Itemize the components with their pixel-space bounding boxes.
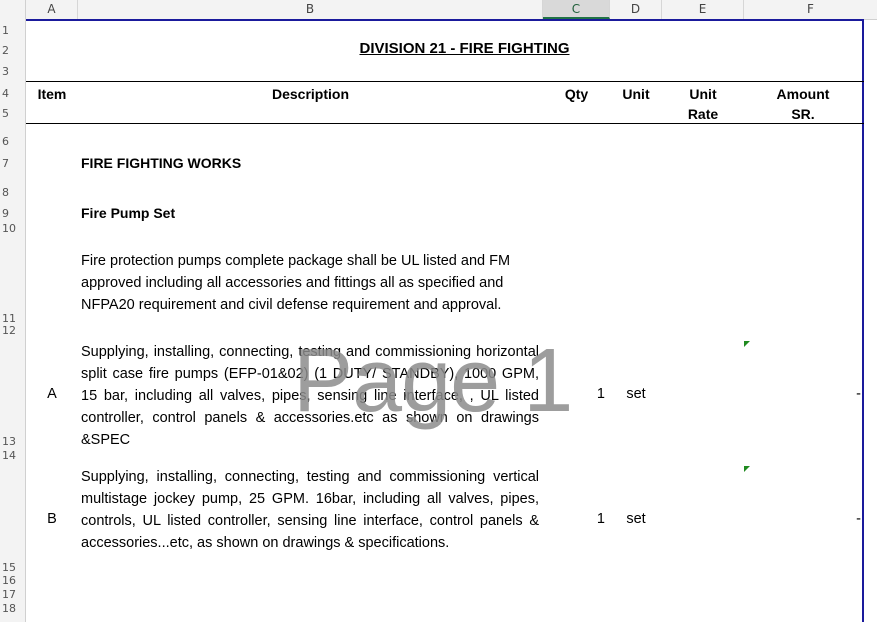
row-header-3[interactable]: 3 <box>2 66 22 78</box>
item-a-unit[interactable]: set <box>610 386 662 402</box>
column-header-b[interactable]: B <box>78 0 543 19</box>
item-a-label[interactable]: A <box>26 386 78 402</box>
column-header-a[interactable]: A <box>26 0 78 19</box>
column-header-d[interactable]: D <box>610 0 662 19</box>
select-all-corner[interactable] <box>0 0 26 19</box>
section-title[interactable]: FIRE FIGHTING WORKS <box>81 155 241 171</box>
row-header-18[interactable]: 18 <box>2 603 22 615</box>
page-watermark: Page 1 <box>293 331 573 431</box>
item-b-label[interactable]: B <box>26 511 78 527</box>
intro-text[interactable]: Fire protection pumps complete package s… <box>81 250 551 316</box>
item-b-description[interactable]: Supplying, installing, connecting, testi… <box>81 466 539 554</box>
header-amount-line2: SR. <box>791 106 815 122</box>
comment-indicator-icon[interactable] <box>744 466 750 472</box>
row-header-14[interactable]: 14 <box>2 450 22 462</box>
header-unit[interactable]: Unit <box>610 84 662 104</box>
row-header-5[interactable]: 5 <box>2 108 22 120</box>
item-b-qty[interactable]: 1 <box>543 511 605 527</box>
header-item[interactable]: Item <box>26 84 78 104</box>
row-header-9[interactable]: 9 <box>2 208 22 220</box>
item-b-unit[interactable]: set <box>610 511 662 527</box>
header-qty[interactable]: Qty <box>543 84 610 104</box>
header-amount-line1[interactable]: Amount <box>744 84 862 104</box>
row-header-4[interactable]: 4 <box>2 88 22 100</box>
item-b-amount[interactable]: - <box>744 511 861 527</box>
column-header-e[interactable]: E <box>662 0 744 19</box>
header-unit-rate-line1[interactable]: Unit <box>662 84 744 104</box>
row-header-1[interactable]: 1 <box>2 25 22 37</box>
page-title[interactable]: DIVISION 21 - FIRE FIGHTING <box>0 40 877 57</box>
column-header-f[interactable]: F <box>744 0 877 19</box>
item-a-amount[interactable]: - <box>744 386 861 402</box>
subsection-title[interactable]: Fire Pump Set <box>81 205 175 221</box>
row-header-7[interactable]: 7 <box>2 158 22 170</box>
row-header-17[interactable]: 17 <box>2 589 22 601</box>
row-header-8[interactable]: 8 <box>2 187 22 199</box>
row-header-6[interactable]: 6 <box>2 136 22 148</box>
column-header-c[interactable]: C <box>543 0 610 19</box>
row-header-12[interactable]: 12 <box>2 325 22 337</box>
row-header-15[interactable]: 15 <box>2 562 22 574</box>
row-header-16[interactable]: 16 <box>2 575 22 587</box>
row-header-10[interactable]: 10 <box>2 223 22 235</box>
row-header-13[interactable]: 13 <box>2 436 22 448</box>
comment-indicator-icon[interactable] <box>744 341 750 347</box>
page-title-text: DIVISION 21 - FIRE FIGHTING <box>359 40 570 57</box>
header-description[interactable]: Description <box>78 84 543 104</box>
header-top-rule <box>26 81 864 82</box>
header-unit-rate-line2: Rate <box>687 106 719 122</box>
